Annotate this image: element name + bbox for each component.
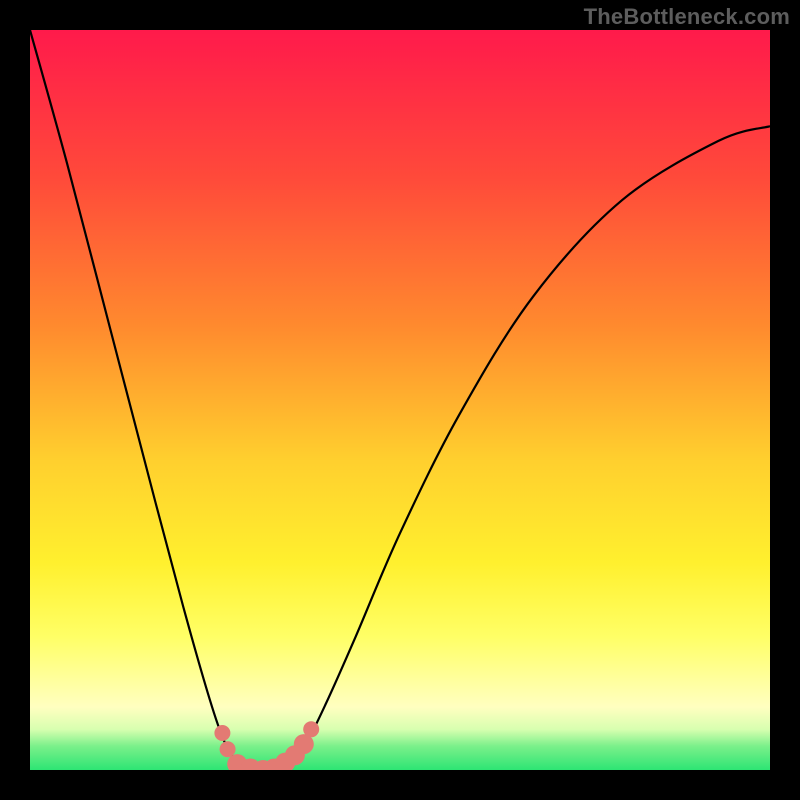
chart-frame: TheBottleneck.com	[0, 0, 800, 800]
marker-dot	[303, 721, 319, 737]
marker-dot	[214, 725, 230, 741]
watermark-text: TheBottleneck.com	[584, 4, 790, 30]
gradient-rect	[30, 30, 770, 770]
plot-area	[30, 30, 770, 770]
chart-svg	[30, 30, 770, 770]
marker-dot	[220, 741, 236, 757]
